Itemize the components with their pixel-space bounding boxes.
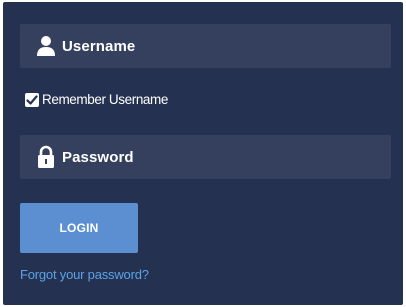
forgot-password-link[interactable]: Forgot your password? — [20, 267, 149, 282]
password-placeholder: Password — [62, 148, 134, 166]
login-button[interactable]: LOGIN — [20, 203, 138, 253]
username-placeholder: Username — [62, 37, 136, 55]
user-icon — [36, 34, 56, 58]
username-field[interactable]: Username — [20, 24, 391, 68]
password-field[interactable]: Password — [20, 135, 391, 179]
login-panel: Username Remember Username Password LOGI… — [3, 2, 403, 305]
remember-username-checkbox[interactable]: Remember Username — [25, 92, 168, 107]
remember-username-label: Remember Username — [42, 92, 168, 107]
checkbox-checked-icon[interactable] — [25, 92, 39, 107]
lock-icon — [36, 145, 56, 169]
